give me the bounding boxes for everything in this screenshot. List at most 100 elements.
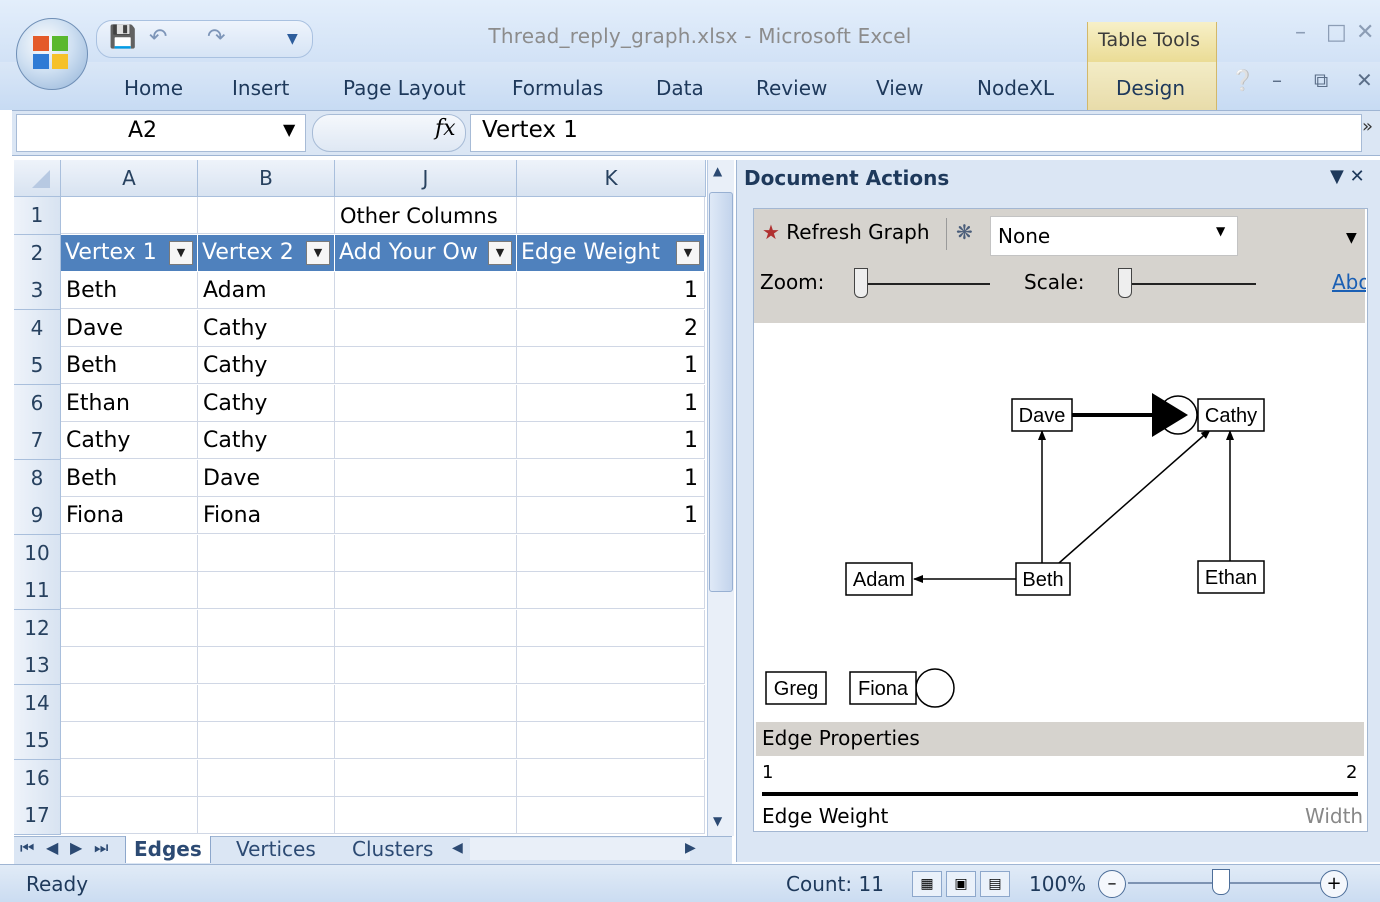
row-header[interactable]: 11	[14, 572, 61, 610]
node-cathy[interactable]: Cathy	[1197, 398, 1265, 432]
tab-review[interactable]: Review	[756, 76, 827, 100]
row-header[interactable]: 12	[14, 609, 61, 648]
custom-cell[interactable]	[335, 459, 517, 497]
empty-cell[interactable]	[198, 197, 335, 234]
empty-cell[interactable]	[61, 722, 198, 759]
row-header[interactable]: 13	[14, 647, 61, 685]
edge-beth-cathy[interactable]	[1058, 429, 1211, 564]
custom-cell[interactable]	[335, 272, 517, 309]
empty-cell[interactable]	[335, 647, 517, 684]
row-header[interactable]: 8	[14, 459, 61, 498]
filter-dropdown-icon[interactable]: ▼	[169, 241, 193, 265]
empty-cell[interactable]	[198, 684, 335, 722]
vertex2-cell[interactable]: Cathy	[198, 347, 335, 384]
edge-weight-cell[interactable]: 1	[517, 422, 705, 459]
empty-cell[interactable]	[335, 759, 517, 797]
empty-cell[interactable]	[517, 572, 705, 609]
empty-cell[interactable]	[198, 797, 335, 834]
scroll-left-icon[interactable]: ◀	[452, 840, 463, 856]
undo-icon[interactable]: ↶	[149, 25, 167, 50]
vertex2-cell[interactable]: Cathy	[198, 309, 335, 347]
group-header-cell[interactable]: Other Columns	[335, 197, 517, 234]
zoom-out-icon[interactable]: –	[1098, 870, 1126, 898]
edge-weight-cell[interactable]: 1	[517, 384, 705, 422]
empty-cell[interactable]	[335, 534, 517, 572]
restore-workbook-icon[interactable]: ⧉	[1314, 68, 1328, 92]
tab-nodexl[interactable]: NodeXL	[977, 76, 1054, 100]
empty-cell[interactable]	[335, 572, 517, 609]
vertex2-cell[interactable]: Fiona	[198, 497, 335, 534]
minimize-workbook-icon[interactable]: –	[1272, 68, 1282, 92]
sheet-tab-clusters[interactable]: Clusters	[344, 836, 442, 863]
empty-cell[interactable]	[517, 197, 705, 234]
chevron-down-icon[interactable]: ▼	[1216, 224, 1225, 238]
name-box[interactable]	[16, 114, 306, 152]
minimize-window-icon[interactable]: –	[1295, 20, 1306, 45]
custom-cell[interactable]	[335, 497, 517, 534]
edge-weight-cell[interactable]: 1	[517, 497, 705, 534]
vertex2-cell[interactable]: Cathy	[198, 384, 335, 422]
tab-insert[interactable]: Insert	[232, 76, 289, 100]
column-header-b[interactable]: B	[198, 160, 335, 197]
edge-weight-cell[interactable]: 1	[517, 347, 705, 384]
about-link[interactable]: About	[1332, 270, 1366, 294]
insert-function-icon[interactable]: fx	[435, 116, 456, 141]
normal-view-icon[interactable]: ▦	[912, 871, 942, 897]
vertex2-cell[interactable]: Dave	[198, 459, 335, 497]
vertical-scroll-thumb[interactable]	[709, 192, 733, 592]
empty-cell[interactable]	[517, 797, 705, 834]
column-header-k[interactable]: K	[517, 160, 706, 197]
row-header[interactable]: 2	[14, 234, 61, 273]
tab-data[interactable]: Data	[656, 76, 704, 100]
empty-cell[interactable]	[198, 722, 335, 759]
empty-cell[interactable]	[61, 647, 198, 684]
empty-cell[interactable]	[517, 684, 705, 722]
vertex1-cell[interactable]: Beth	[61, 272, 198, 309]
tab-formulas[interactable]: Formulas	[512, 76, 603, 100]
zoom-level[interactable]: 100%	[1029, 872, 1086, 896]
tab-design[interactable]: Design	[1116, 76, 1185, 100]
vertex1-cell[interactable]: Beth	[61, 347, 198, 384]
empty-cell[interactable]	[61, 609, 198, 647]
zoom-slider-thumb[interactable]	[854, 268, 868, 298]
node-dave[interactable]: Dave	[1011, 398, 1073, 432]
empty-cell[interactable]	[198, 647, 335, 684]
edge-weight-cell[interactable]: 1	[517, 272, 705, 309]
row-header[interactable]: 16	[14, 759, 61, 798]
filter-dropdown-icon[interactable]: ▼	[676, 241, 700, 265]
row-header[interactable]: 3	[14, 272, 61, 310]
filter-dropdown-icon[interactable]: ▼	[306, 241, 330, 265]
tab-view[interactable]: View	[876, 76, 923, 100]
empty-cell[interactable]	[335, 609, 517, 647]
page-layout-view-icon[interactable]: ▣	[946, 871, 976, 897]
previous-sheet-icon[interactable]: ◀	[46, 838, 58, 857]
empty-cell[interactable]	[335, 797, 517, 834]
empty-cell[interactable]	[61, 572, 198, 609]
node-ethan[interactable]: Ethan	[1197, 560, 1265, 594]
scroll-right-icon[interactable]: ▶	[685, 840, 696, 856]
scroll-down-icon[interactable]: ▼	[713, 814, 722, 828]
expand-formula-bar-icon[interactable]: »	[1362, 116, 1373, 137]
zoom-slider-track[interactable]	[862, 283, 990, 285]
column-header-j[interactable]: J	[335, 160, 517, 197]
help-icon[interactable]: ❔	[1230, 68, 1255, 92]
empty-cell[interactable]	[61, 797, 198, 834]
empty-cell[interactable]	[335, 722, 517, 759]
tab-home[interactable]: Home	[124, 76, 183, 100]
vertex2-cell[interactable]: Adam	[198, 272, 335, 309]
filter-dropdown-icon[interactable]: ▼	[488, 241, 512, 265]
node-adam[interactable]: Adam	[845, 562, 913, 596]
self-loop-fiona[interactable]	[915, 668, 955, 708]
empty-cell[interactable]	[517, 609, 705, 647]
pane-options-icon[interactable]: ▼ ✕	[1330, 166, 1365, 187]
empty-cell[interactable]	[517, 759, 705, 797]
sheet-tab-edges[interactable]: Edges	[125, 836, 211, 863]
scroll-up-icon[interactable]: ▲	[713, 164, 722, 178]
empty-cell[interactable]	[198, 609, 335, 647]
refresh-graph-button[interactable]: ★ Refresh Graph	[762, 220, 930, 244]
custom-cell[interactable]	[335, 347, 517, 384]
graph-canvas[interactable]: Dave Cathy Adam Beth Ethan Greg Fiona	[754, 323, 1365, 713]
custom-cell[interactable]	[335, 384, 517, 422]
empty-cell[interactable]	[335, 684, 517, 722]
column-header-a[interactable]: A	[61, 160, 198, 197]
